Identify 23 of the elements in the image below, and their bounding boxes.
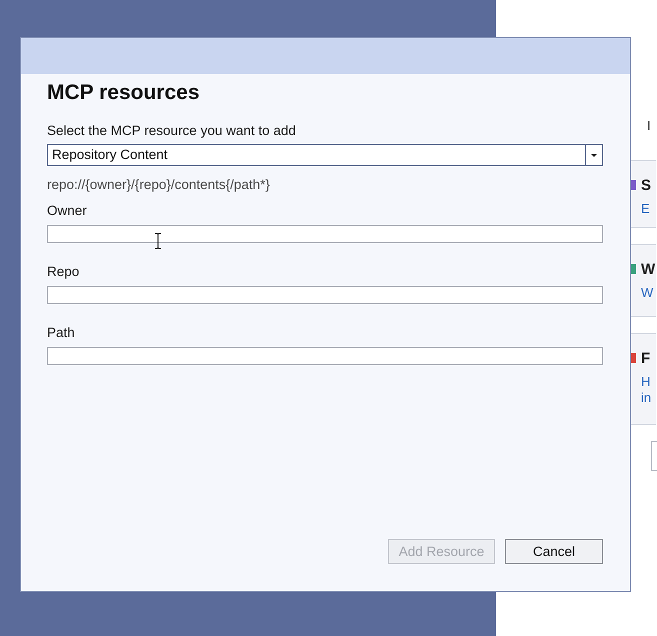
card-title: S — [641, 177, 652, 195]
dropdown-value: Repository Content — [51, 146, 169, 164]
card-link[interactable]: W — [641, 285, 656, 301]
resource-dropdown[interactable]: Repository Content — [47, 144, 603, 166]
text-cursor-icon — [154, 233, 162, 249]
card-link[interactable]: in — [641, 390, 656, 406]
input-field[interactable] — [47, 225, 603, 243]
caret-icon — [591, 154, 597, 156]
card-title: F — [641, 350, 652, 368]
select-label: Select the MCP resource you want to add — [47, 123, 297, 139]
field-label: Path — [47, 325, 76, 341]
field-label: Owner — [47, 203, 88, 219]
dialog-heading: MCP resources — [47, 80, 201, 106]
panel-frame — [651, 441, 657, 471]
card-link[interactable]: H — [641, 374, 656, 390]
field-label: Repo — [47, 264, 80, 280]
heading-fragment: I — [647, 118, 652, 133]
card-link[interactable]: E — [641, 201, 656, 217]
card-title: W — [641, 261, 656, 279]
uri-template: repo://{owner}/{repo}/contents{/path*} — [47, 177, 271, 193]
input-field[interactable] — [47, 286, 603, 304]
dialog-button[interactable]: Cancel — [505, 539, 603, 564]
input-field[interactable] — [47, 347, 603, 365]
